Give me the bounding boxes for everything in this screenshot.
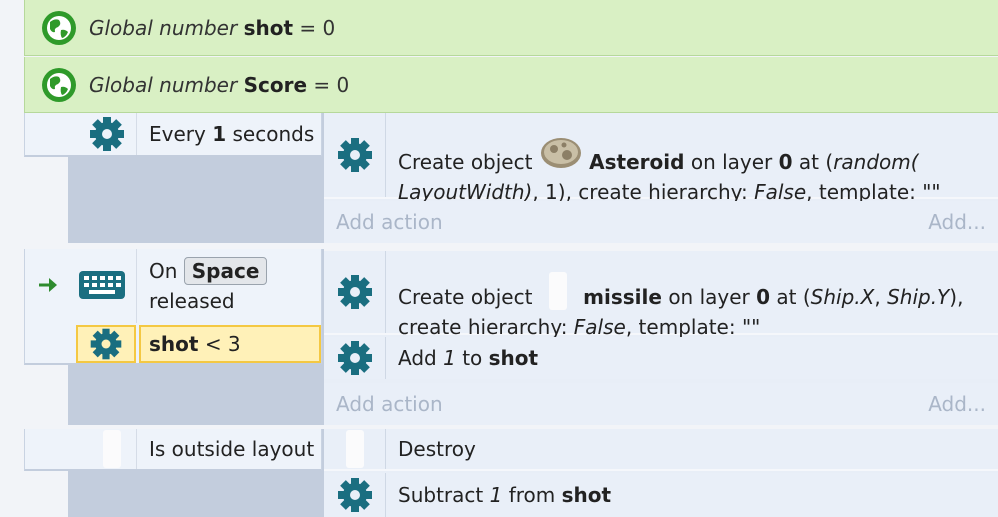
text-segment: , [874, 285, 888, 309]
action-text: Add 1 to shot [398, 344, 538, 372]
text-segment: , template: "" [625, 315, 761, 339]
missile-sprite-icon [102, 430, 121, 468]
asteroid-icon [540, 138, 581, 168]
trigger-word: On [149, 259, 178, 283]
condition-on-key-released[interactable]: On Space released [149, 256, 268, 316]
condition-word: Every [149, 122, 206, 146]
action-label: Destroy [398, 437, 476, 461]
hierarchy-value: False [573, 315, 626, 339]
add-more-link[interactable]: Add... [916, 210, 998, 234]
action-verb: Subtract [398, 483, 484, 507]
amount: 1 [489, 483, 503, 507]
condition-unit: seconds [232, 122, 315, 146]
action-verb: Add [398, 346, 437, 370]
action-icon-cell [324, 251, 386, 333]
globe-icon [42, 10, 76, 45]
global-var-value: = 0 [299, 15, 336, 40]
action-verb: Create object [398, 285, 533, 309]
gear-icon [337, 138, 372, 172]
gear-icon [90, 328, 122, 360]
key-badge: Space [183, 257, 268, 285]
condition-is-outside-layout[interactable]: Is outside layout [24, 429, 322, 471]
text-segment: at ( [798, 150, 834, 174]
add-action-link[interactable]: Add action [324, 392, 455, 416]
add-more-link[interactable]: Add... [916, 392, 998, 416]
add-action-link[interactable]: Add action [324, 210, 455, 234]
missile-sprite-icon [548, 272, 567, 310]
condition-label: Is outside layout [149, 437, 315, 461]
x-expression: Ship.X [810, 285, 875, 309]
gear-icon [337, 341, 372, 375]
amount: 1 [443, 346, 456, 370]
action-add-to-shot[interactable]: Add 1 to shot [324, 337, 998, 379]
action-create-missile[interactable]: Create object missile on layer 0 at (Shi… [324, 251, 998, 339]
gear-icon [90, 117, 124, 151]
condition-icon-cell [87, 429, 137, 469]
action-icon-cell [324, 113, 386, 197]
actions-area-2: Create object missile on layer 0 at (Shi… [324, 251, 998, 425]
divider [136, 113, 137, 155]
condition-compare-shot[interactable]: shot < 3 [139, 325, 321, 363]
trigger-arrow-icon [35, 271, 63, 304]
actions-area-1: Create object Asteroid on layer 0 at (ra… [324, 113, 998, 243]
global-var-name: Score [243, 72, 308, 97]
add-action-row[interactable]: Add action Add... [324, 201, 998, 243]
action-verb: Create object [398, 150, 533, 174]
condition-icon-highlight [76, 325, 136, 363]
condition-text: Every 1 seconds [149, 122, 314, 146]
condition-icon-cell [87, 113, 137, 155]
global-var-label: Global number [89, 72, 238, 97]
y-expression: Ship.Y [887, 285, 950, 309]
object-name: missile [583, 285, 662, 309]
text-segment: from [508, 483, 556, 507]
global-var-score[interactable]: Global number Score = 0 [24, 57, 998, 113]
action-text: Create object Asteroid on layer 0 at (ra… [398, 135, 988, 207]
action-icon-cell [324, 473, 386, 517]
variable-name: shot [149, 332, 199, 356]
gear-icon [337, 275, 372, 309]
actions-area-3: Destroy Subtract 1 from shot [324, 429, 998, 517]
action-icon-cell [324, 337, 386, 379]
global-var-value: = 0 [313, 72, 350, 97]
condition-interval: 1 [212, 122, 227, 146]
text-segment: on layer [668, 285, 750, 309]
object-name: Asteroid [589, 150, 685, 174]
action-destroy[interactable]: Destroy [324, 429, 998, 471]
text-segment: at ( [776, 285, 811, 309]
action-create-asteroid[interactable]: Create object Asteroid on layer 0 at (ra… [324, 113, 998, 204]
layer-value: 0 [778, 150, 793, 174]
globe-icon [42, 67, 76, 102]
global-var-shot[interactable]: Global number shot = 0 [24, 0, 998, 56]
keyboard-icon [77, 267, 127, 308]
action-text: Create object missile on layer 0 at (Shi… [398, 272, 988, 342]
global-var-name: shot [243, 15, 294, 40]
variable-name: shot [488, 346, 539, 370]
add-action-row[interactable]: Add action Add... [324, 383, 998, 425]
comparison: < 3 [204, 332, 241, 356]
divider [136, 249, 137, 323]
global-var-label: Global number [89, 15, 238, 40]
layer-value: 0 [756, 285, 771, 309]
text-segment: on layer [690, 150, 773, 174]
text-segment: to [462, 346, 483, 370]
action-icon-cell [324, 429, 386, 469]
conditions-block-2: On Space released shot < 3 [24, 249, 322, 365]
gear-icon [337, 478, 372, 512]
missile-sprite-icon [345, 430, 364, 468]
action-text: Subtract 1 from shot [398, 481, 611, 509]
variable-name: shot [561, 483, 612, 507]
action-subtract-from-shot[interactable]: Subtract 1 from shot [324, 473, 998, 517]
condition-every-seconds[interactable]: Every 1 seconds [24, 113, 322, 157]
trigger-state: released [149, 289, 235, 313]
